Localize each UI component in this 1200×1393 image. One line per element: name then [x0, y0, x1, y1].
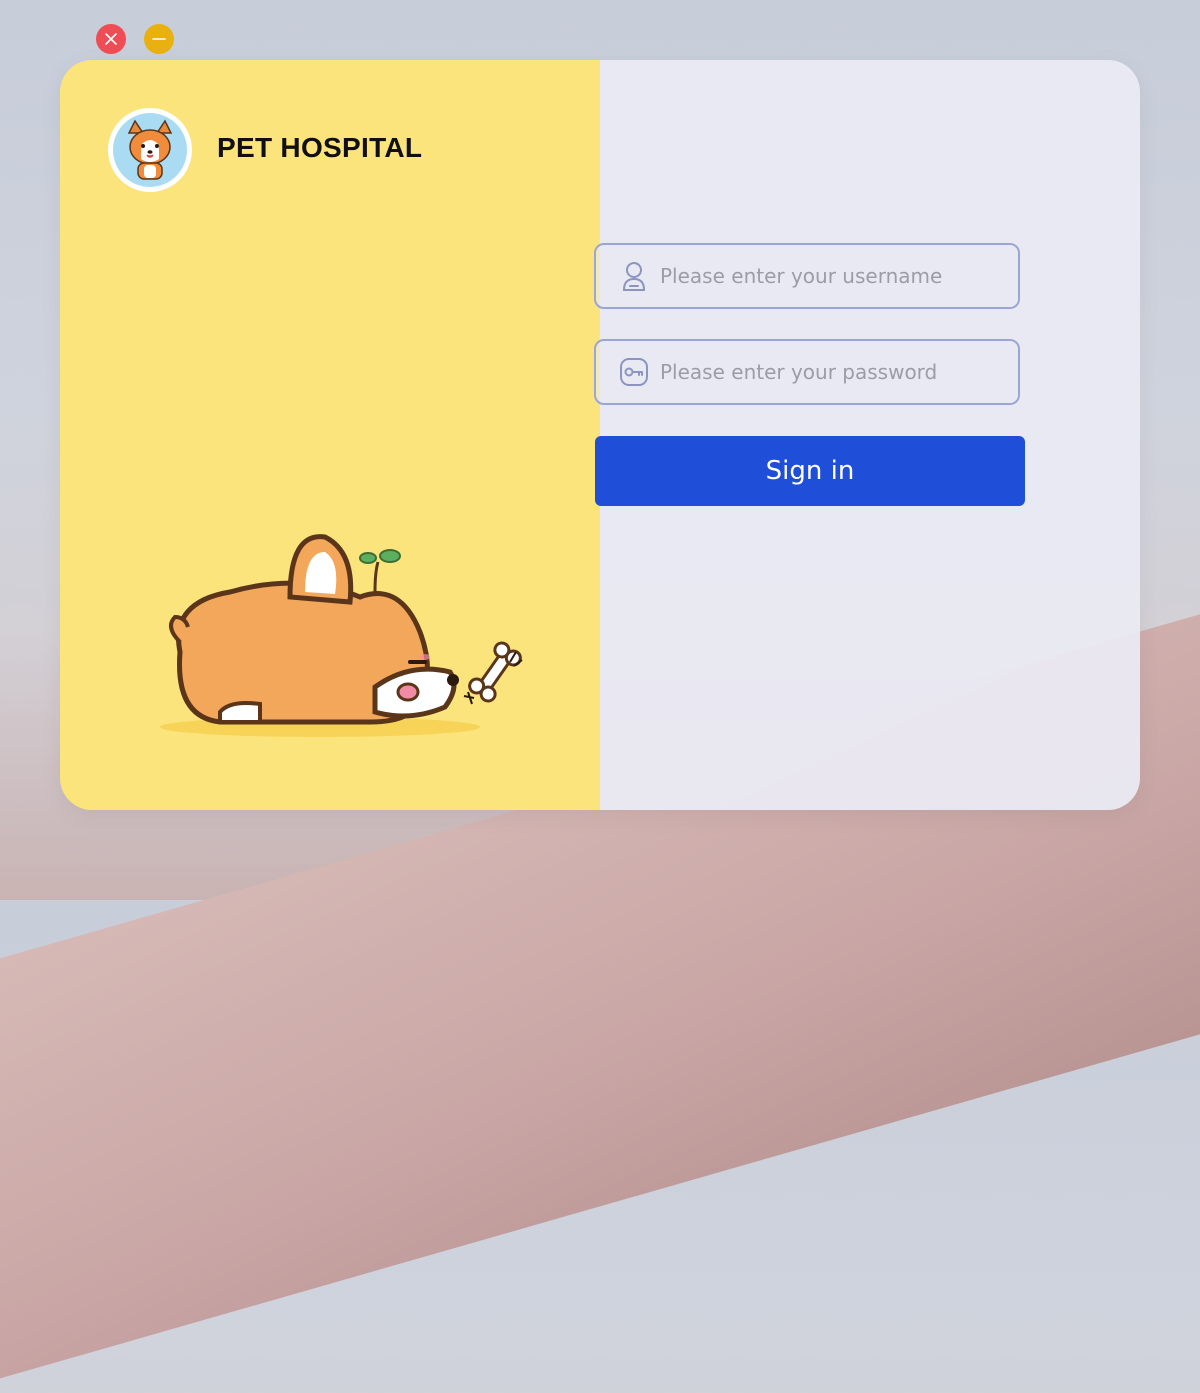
login-panel	[600, 60, 1140, 810]
minimize-window-button[interactable]	[144, 24, 174, 54]
sign-in-button[interactable]: Sign in	[595, 436, 1025, 506]
sleeping-corgi-illustration	[150, 522, 530, 756]
key-icon	[616, 354, 652, 390]
username-field[interactable]	[594, 243, 1020, 309]
close-window-button[interactable]	[96, 24, 126, 54]
logo-avatar	[108, 108, 192, 192]
brand-panel: PET HOSPITAL	[60, 60, 600, 810]
app-title: PET HOSPITAL	[217, 132, 423, 163]
minimize-icon	[152, 38, 166, 40]
user-icon	[616, 258, 652, 294]
corgi-avatar-icon	[113, 113, 187, 187]
password-field[interactable]	[594, 339, 1020, 405]
username-input[interactable]	[658, 244, 1018, 308]
close-icon	[105, 33, 117, 45]
login-card: PET HOSPITAL	[60, 60, 1140, 810]
password-input[interactable]	[658, 340, 1018, 404]
